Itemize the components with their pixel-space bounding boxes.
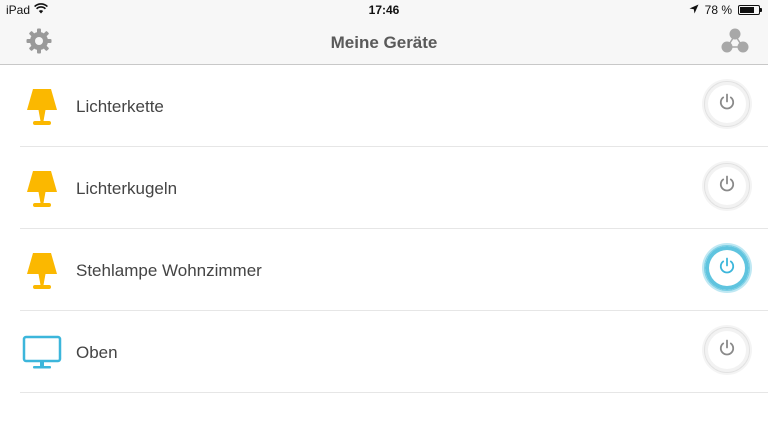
location-arrow-icon	[689, 3, 699, 17]
page-title: Meine Geräte	[330, 33, 438, 52]
power-button[interactable]	[704, 245, 750, 291]
battery-icon	[738, 5, 762, 15]
lamp-icon	[22, 169, 62, 209]
lamp-icon	[22, 251, 62, 291]
power-icon	[718, 93, 736, 116]
status-time: 17:46	[368, 3, 400, 17]
device-label: Lichterkugeln	[76, 179, 178, 198]
lamp-icon	[22, 87, 62, 127]
status-right: 78 %	[689, 3, 762, 17]
device-label: Oben	[76, 343, 118, 362]
power-icon	[718, 257, 736, 280]
device-list: Lichterkette Lichterkugeln Stehlampe Woh…	[0, 65, 768, 393]
power-button[interactable]	[704, 163, 750, 209]
device-label: Lichterkette	[76, 97, 164, 116]
power-button[interactable]	[704, 327, 750, 373]
network-share-icon	[720, 27, 750, 60]
monitor-icon	[22, 333, 62, 373]
battery-level	[740, 7, 754, 13]
device-row[interactable]: Lichterkugeln	[0, 147, 768, 229]
power-icon	[718, 175, 736, 198]
device-label: Stehlampe Wohnzimmer	[76, 261, 262, 280]
device-row[interactable]: Stehlampe Wohnzimmer	[0, 229, 768, 311]
power-icon	[718, 339, 736, 362]
status-bar: iPad 17:46 78 %	[0, 0, 768, 22]
share-network-button[interactable]	[720, 28, 750, 58]
power-button[interactable]	[704, 81, 750, 127]
battery-percent: 78 %	[704, 3, 732, 17]
device-row[interactable]: Lichterkette	[0, 65, 768, 147]
navigation-bar: Meine Geräte	[0, 22, 768, 65]
device-row[interactable]: Oben	[0, 311, 768, 393]
